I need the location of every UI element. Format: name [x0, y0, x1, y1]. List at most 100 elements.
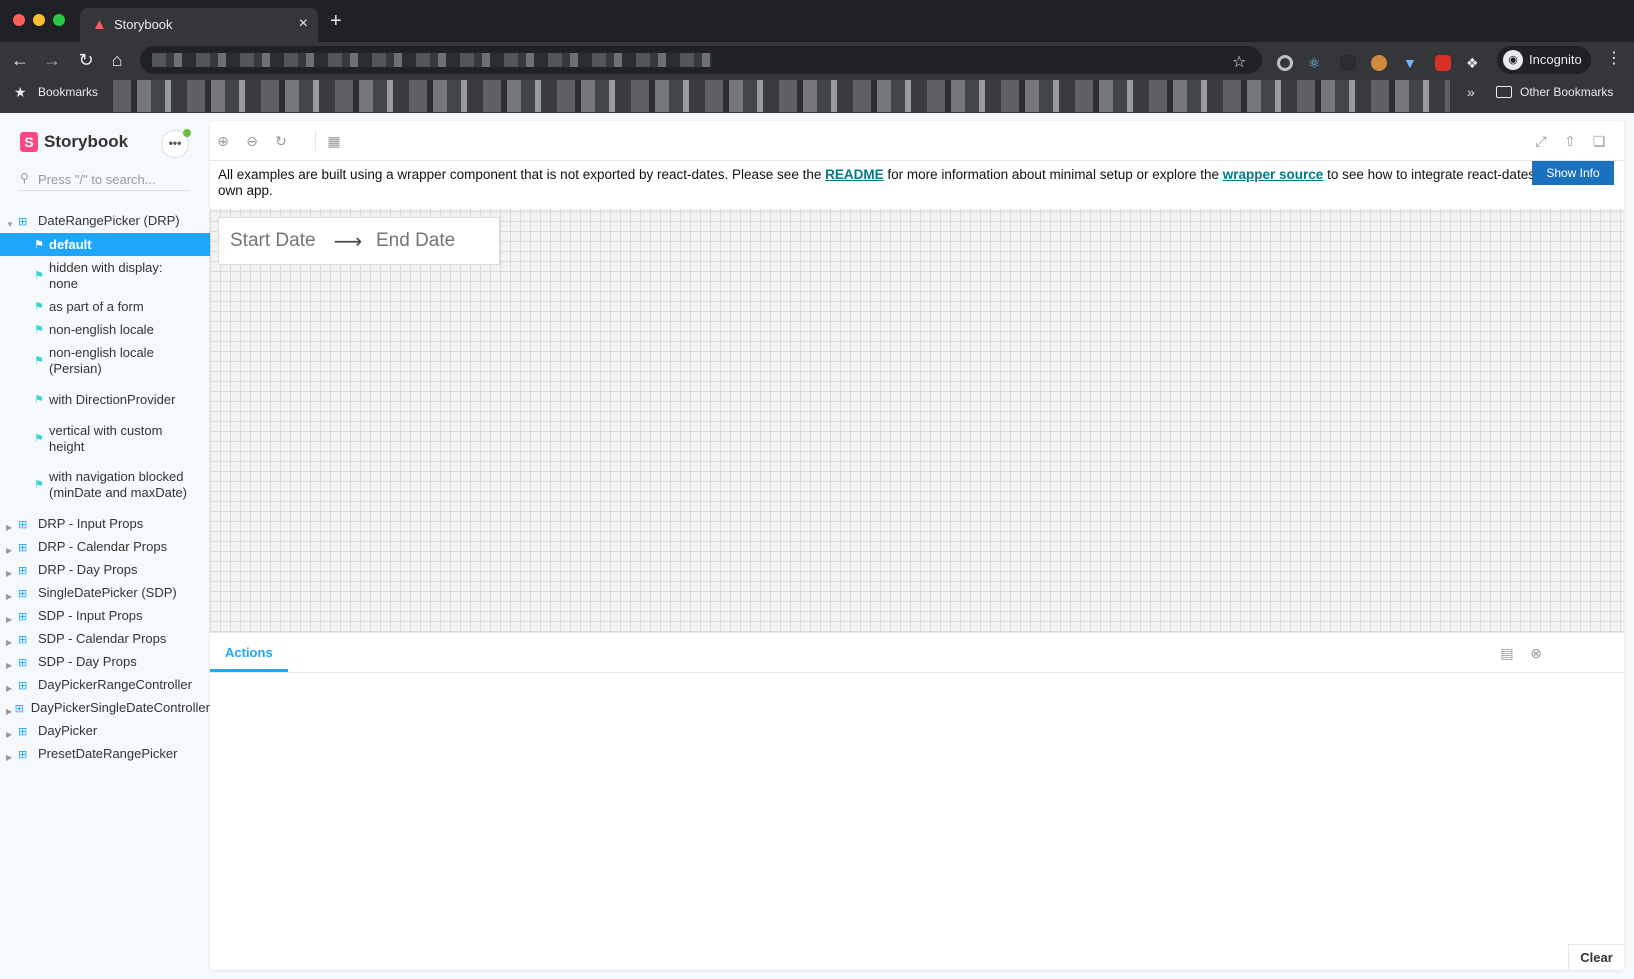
airbnb-icon: ▲	[92, 16, 107, 33]
bookmark-icon: ⚑	[34, 323, 44, 336]
wrapper-source-link[interactable]: wrapper source	[1223, 167, 1324, 182]
react-devtools-icon[interactable]: ⚛	[1308, 55, 1324, 71]
search-input[interactable]	[38, 170, 188, 188]
more-bookmarks-icon[interactable]: »	[1467, 84, 1475, 100]
folder-icon	[1496, 86, 1512, 98]
chevron-right-icon: ▶	[6, 545, 13, 555]
sidebar-group[interactable]: ▶ ⊞ DayPicker	[0, 720, 210, 743]
sidebar-group[interactable]: ▶ ⊞ SingleDatePicker (SDP)	[0, 582, 210, 605]
forward-icon[interactable]: →	[40, 48, 64, 72]
address-bar[interactable]	[140, 46, 1262, 74]
sidebar-group[interactable]: ▶ ⊞ DayPickerSingleDateController	[0, 697, 210, 720]
bookmark-icon: ⚑	[34, 393, 44, 406]
sidebar-story-label: default	[49, 236, 92, 252]
chevron-right-icon: ▶	[6, 660, 13, 670]
home-icon[interactable]: ⌂	[105, 48, 129, 72]
close-tab-icon[interactable]: ×	[299, 15, 308, 33]
info-text: All examples are built using a wrapper c…	[218, 167, 826, 182]
show-info-button[interactable]: Show Info	[1532, 161, 1614, 185]
sidebar-group-label: DayPickerSingleDateController	[30, 699, 210, 715]
bookmark-icon: ⚑	[34, 300, 44, 313]
bookmark-icon: ⚑	[34, 479, 44, 492]
sidebar-story[interactable]: ⚑ non-english locale (Persian)	[0, 341, 210, 380]
panel-layout-icon[interactable]: ▤	[1498, 644, 1516, 662]
preview-toolbar: ⊕ ⊖ ↻ ▦ ⤢ ⇧ ❏	[210, 121, 1624, 161]
sidebar-story[interactable]: ⚑ hidden with display: none	[0, 256, 210, 295]
browser-toolbar: ← → ↻ ⌂ ☆ ⚛ ▼ ❖ ◉ Incognito	[0, 42, 1634, 78]
tab-actions[interactable]: Actions	[210, 633, 288, 672]
close-window-button[interactable]	[13, 14, 25, 26]
cookie-icon[interactable]	[1371, 55, 1387, 71]
clear-button[interactable]: Clear	[1568, 944, 1624, 970]
fullscreen-icon[interactable]: ⤢	[1532, 132, 1550, 150]
chevron-down-icon: ▼	[6, 220, 14, 229]
new-tab-icon[interactable]: +	[330, 11, 342, 31]
sidebar-group[interactable]: ▶ ⊞ DRP - Day Props	[0, 559, 210, 582]
sidebar-group-label: PresetDateRangePicker	[38, 745, 178, 761]
bookmark-icon: ⚑	[34, 354, 44, 367]
browser-menu-icon[interactable]: ⋮	[1606, 48, 1622, 68]
sidebar-group[interactable]: ▼ ⊞ DateRangePicker (DRP)	[0, 210, 210, 233]
sidebar-group[interactable]: ▶ ⊞ PresetDateRangePicker	[0, 743, 210, 766]
extension-icon[interactable]	[1340, 55, 1356, 71]
sidebar-group[interactable]: ▶ ⊞ SDP - Day Props	[0, 651, 210, 674]
toolbar-divider	[315, 131, 316, 151]
sidebar-group-label: SDP - Input Props	[38, 607, 143, 623]
addons-tabs: Actions ▤ ⊗	[210, 633, 1624, 673]
start-date-input[interactable]	[219, 218, 331, 264]
tab-strip: ▲ Storybook × +	[0, 0, 1634, 42]
chevron-right-icon: ▶	[6, 522, 13, 532]
sidebar-group[interactable]: ▶ ⊞ SDP - Calendar Props	[0, 628, 210, 651]
end-date-input[interactable]	[365, 218, 477, 264]
sidebar-group[interactable]: ▶ ⊞ SDP - Input Props	[0, 605, 210, 628]
bookmarks-label[interactable]: Bookmarks	[38, 85, 98, 99]
maximize-window-button[interactable]	[53, 14, 65, 26]
share-icon[interactable]: ⇧	[1561, 132, 1579, 150]
brand[interactable]: S Storybook	[20, 131, 128, 153]
close-panel-icon[interactable]: ⊗	[1527, 644, 1545, 662]
zoom-in-icon[interactable]: ⊕	[214, 132, 232, 150]
sidebar-group[interactable]: ▶ ⊞ DRP - Input Props	[0, 513, 210, 536]
sidebar-group-label: DayPicker	[38, 722, 98, 738]
back-icon[interactable]: ←	[8, 48, 32, 72]
sidebar-group-label: SDP - Calendar Props	[38, 630, 167, 646]
sidebar-story[interactable]: ⚑ as part of a form	[0, 295, 210, 318]
extension-icon[interactable]	[1277, 55, 1293, 71]
chevron-right-icon: ▶	[6, 637, 13, 647]
readme-link[interactable]: README	[825, 167, 884, 182]
reload-icon[interactable]: ↻	[74, 48, 98, 72]
date-range-picker: ⟶	[218, 217, 500, 265]
browser-chrome: ▲ Storybook × + ← → ↻ ⌂ ☆ ⚛ ▼ ❖ ◉ Incogn…	[0, 0, 1634, 113]
shield-icon[interactable]: ▼	[1403, 55, 1419, 71]
incognito-profile[interactable]: ◉ Incognito	[1497, 46, 1591, 74]
sidebar-group-label: DRP - Day Props	[38, 561, 138, 577]
grid-icon[interactable]: ▦	[325, 132, 343, 150]
redacted-url	[152, 53, 712, 67]
zoom-reset-icon[interactable]: ↻	[272, 132, 290, 150]
other-bookmarks[interactable]: Other Bookmarks	[1520, 85, 1613, 99]
bookmark-star-icon[interactable]: ☆	[1232, 52, 1246, 72]
sidebar-group[interactable]: ▶ ⊞ DRP - Calendar Props	[0, 536, 210, 559]
profile-label: Incognito	[1529, 52, 1582, 67]
sidebar-story[interactable]: ⚑ with navigation blocked (minDate and ma…	[0, 458, 210, 513]
component-icon: ⊞	[18, 633, 28, 646]
arrow-right-icon: ⟶	[333, 230, 363, 253]
bookmark-icon: ⚑	[34, 269, 44, 282]
puzzle-icon[interactable]: ❖	[1466, 55, 1482, 71]
main-panel: ⊕ ⊖ ↻ ▦ ⤢ ⇧ ❏ All examples are built usi…	[210, 121, 1624, 970]
chevron-right-icon: ▶	[6, 591, 13, 601]
story-preview: All examples are built using a wrapper c…	[210, 161, 1624, 632]
browser-tab-storybook[interactable]: ▲ Storybook ×	[80, 8, 318, 42]
minimize-window-button[interactable]	[33, 14, 45, 26]
sidebar-story[interactable]: ⚑ vertical with custom height	[0, 419, 210, 458]
copy-link-icon[interactable]: ❏	[1590, 132, 1608, 150]
sidebar-story[interactable]: ⚑ non-english locale	[0, 318, 210, 341]
sidebar-story-label: vertical with custom height	[49, 422, 163, 454]
extension-icon[interactable]	[1435, 55, 1451, 71]
sidebar-story[interactable]: ⚑ with DirectionProvider	[0, 380, 210, 419]
zoom-out-icon[interactable]: ⊖	[243, 132, 261, 150]
sidebar-story[interactable]: ⚑ default	[0, 233, 210, 256]
sidebar-group-label: DRP - Input Props	[38, 515, 144, 531]
sidebar-group[interactable]: ▶ ⊞ DayPickerRangeController	[0, 674, 210, 697]
bookmarks-bar: ★ Bookmarks » Other Bookmarks	[0, 78, 1634, 113]
